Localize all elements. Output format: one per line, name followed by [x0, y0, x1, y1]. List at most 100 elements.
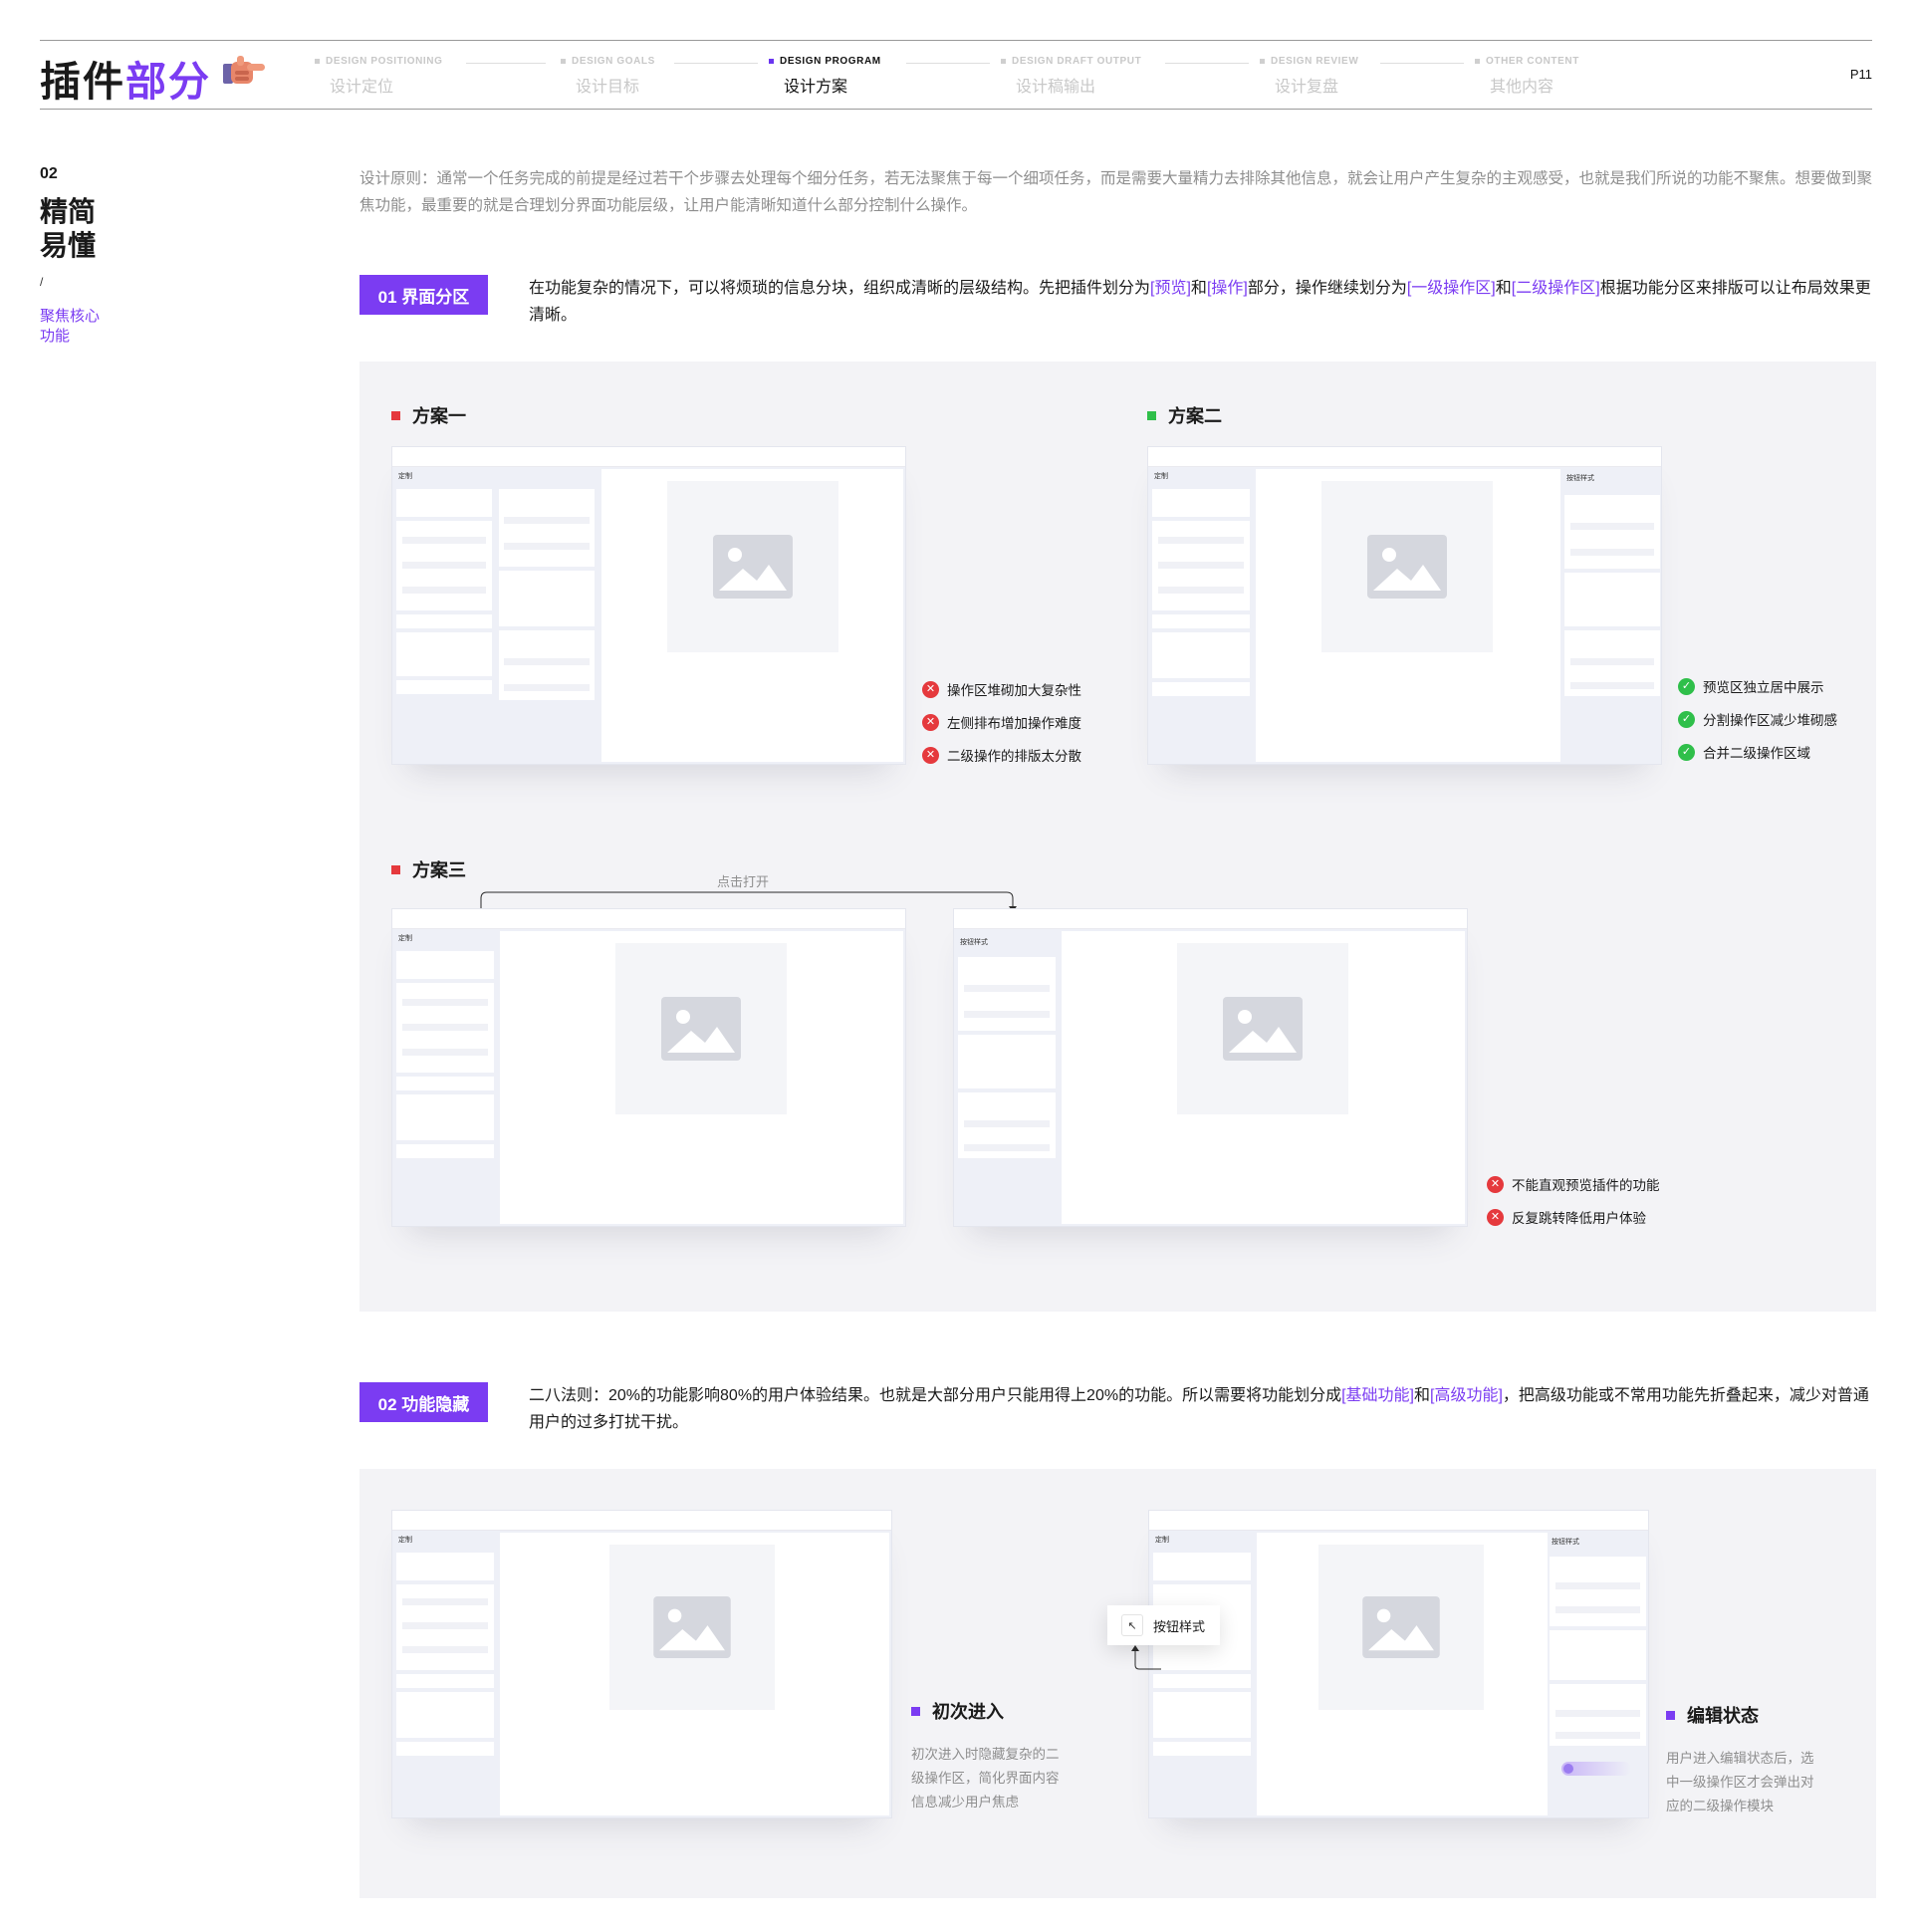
plan-2-note-3: ✓ 合并二级操作区域 — [1678, 742, 1810, 762]
mock-card — [396, 1692, 494, 1738]
swipe-dot — [1563, 1764, 1573, 1774]
nav-cn-label: 其他内容 — [1490, 79, 1554, 96]
mock-canvas — [500, 931, 903, 1224]
mock-card — [1153, 1553, 1251, 1580]
check-icon: ✓ — [1678, 710, 1695, 728]
para-highlight: [预览] — [1150, 280, 1191, 297]
mock-field — [1555, 1732, 1640, 1739]
para-text: 二八法则：20%的功能影响80%的用户体验结果。也就是大部分用户只能用得上20%… — [529, 1387, 1342, 1404]
mock-card — [396, 1742, 494, 1756]
nav-item-design-goals[interactable]: DESIGN GOALS 设计目标 — [561, 56, 655, 97]
cursor-icon: ↖ — [1121, 1614, 1143, 1636]
mock-field — [964, 1011, 1050, 1018]
mock-card — [396, 489, 492, 517]
header-top-rule — [40, 40, 1872, 41]
mock-field — [1555, 1606, 1640, 1613]
desc-line: 用户进入编辑状态后，选 — [1666, 1751, 1814, 1766]
section-badge-function-hidden: 02 功能隐藏 — [359, 1382, 488, 1422]
plan-2-note-2: ✓ 分割操作区减少堆砌感 — [1678, 709, 1837, 729]
mock-field — [964, 1144, 1050, 1151]
check-icon: ✓ — [1678, 743, 1695, 761]
desc-line: 信息减少用户焦虑 — [911, 1795, 1019, 1810]
nav-cn-label: 设计目标 — [576, 79, 640, 96]
nav-cn-label: 设计定位 — [330, 79, 394, 96]
plan-3-label: 方案三 — [391, 856, 466, 882]
mock-canvas — [1257, 1533, 1548, 1815]
note-text: 预览区独立居中展示 — [1703, 680, 1824, 695]
first-entry-title: 初次进入 — [911, 1698, 1004, 1724]
plan-3-mockup-left: 定制 — [391, 908, 906, 1227]
mock-card — [1564, 495, 1660, 569]
section-number: 02 — [40, 165, 58, 182]
subtitle-text: 初次进入 — [932, 1702, 1004, 1722]
mock-card — [1153, 1742, 1251, 1756]
nav-item-design-program[interactable]: DESIGN PROGRAM 设计方案 — [769, 56, 881, 97]
plan-2-note-1: ✓ 预览区独立居中展示 — [1678, 676, 1824, 696]
mock-card — [396, 1077, 494, 1090]
section-subtitle-line-1: 聚焦核心 — [40, 308, 101, 325]
mock-topbar — [1148, 447, 1661, 467]
para-text: 和 — [1413, 1387, 1430, 1404]
nav-bullet — [769, 59, 774, 64]
nav-item-design-positioning[interactable]: DESIGN POSITIONING 设计定位 — [315, 56, 442, 97]
plan-2-label: 方案二 — [1147, 402, 1222, 428]
swipe-indicator — [1561, 1762, 1631, 1776]
note-text: 操作区堆砌加大复杂性 — [947, 683, 1081, 698]
nav-cn-label: 设计稿输出 — [1016, 79, 1096, 96]
mock-card — [958, 957, 1056, 1031]
mock-card — [1153, 1692, 1251, 1738]
mock-panel-title: 按钮样式 — [960, 939, 988, 946]
plan-label-text: 方案三 — [412, 860, 466, 880]
mock-field — [1570, 549, 1654, 556]
nav-en-label: OTHER CONTENT — [1486, 56, 1579, 67]
section-slash: / — [40, 275, 44, 289]
desc-line: 应的二级操作模块 — [1666, 1799, 1774, 1813]
section-title: 精简 易懂 — [40, 195, 96, 263]
plan-1-note-3: ✕ 二级操作的排版太分散 — [922, 745, 1081, 765]
para-text: 和 — [1495, 280, 1512, 297]
nav-bullet — [561, 59, 566, 64]
nav-divider — [674, 63, 758, 64]
para-text: 部分，操作继续划分为 — [1247, 280, 1407, 297]
nav-item-other-content[interactable]: OTHER CONTENT 其他内容 — [1475, 56, 1579, 97]
button-style-popup[interactable]: ↖ 按钮样式 — [1107, 1605, 1220, 1645]
mock-card — [396, 632, 492, 676]
para-text: 在功能复杂的情况下，可以将烦琐的信息分块，组织成清晰的层级结构。先把插件划分为 — [529, 280, 1151, 297]
plan-3-mockup-right: 按钮样式 — [953, 908, 1468, 1227]
mock-card — [396, 1674, 494, 1688]
mock-image-placeholder — [609, 1545, 775, 1710]
mock-card — [1153, 1674, 1251, 1688]
para-highlight: [操作] — [1206, 280, 1248, 297]
mock-canvas — [601, 469, 903, 762]
mock-title: 定制 — [1154, 473, 1168, 480]
mock-canvas — [1256, 469, 1560, 762]
nav-item-design-draft-output[interactable]: DESIGN DRAFT OUTPUT 设计稿输出 — [1001, 56, 1141, 97]
para-highlight: [高级功能] — [1430, 1387, 1503, 1404]
mock-card — [1550, 1630, 1646, 1680]
para-highlight: [一级操作区] — [1406, 280, 1496, 297]
mock-card — [396, 680, 492, 694]
nav-bullet — [1260, 59, 1265, 64]
nav-bullet — [1001, 59, 1006, 64]
mock-title: 定制 — [398, 935, 412, 942]
image-icon — [1362, 1596, 1440, 1658]
nav-en-label: DESIGN POSITIONING — [326, 56, 443, 67]
mock-field — [1570, 682, 1654, 689]
image-icon — [1367, 535, 1447, 599]
edit-state-description: 用户进入编辑状态后，选 中一级操作区才会弹出对 应的二级操作模块 — [1666, 1747, 1814, 1818]
page-number: P11 — [1849, 67, 1872, 82]
image-icon — [1223, 997, 1303, 1061]
nav-item-design-review[interactable]: DESIGN REVIEW 设计复盘 — [1260, 56, 1358, 97]
mock-field — [402, 1598, 488, 1605]
section-2-paragraph: 二八法则：20%的功能影响80%的用户体验结果。也就是大部分用户只能用得上20%… — [529, 1382, 1875, 1436]
mock-field — [402, 562, 486, 569]
title-part-1: 插件 — [40, 59, 125, 105]
mock-card — [958, 1035, 1056, 1088]
mock-canvas — [500, 1533, 889, 1815]
plan-3-note-1: ✕ 不能直观预览插件的功能 — [1487, 1174, 1660, 1194]
desc-line: 初次进入时隐藏复杂的二 — [911, 1747, 1060, 1762]
edit-state-mockup: 定制 按钮样式 — [1148, 1510, 1649, 1818]
note-text: 分割操作区减少堆砌感 — [1703, 713, 1837, 728]
plan-label-text: 方案一 — [412, 406, 466, 426]
plan-marker — [391, 410, 400, 420]
